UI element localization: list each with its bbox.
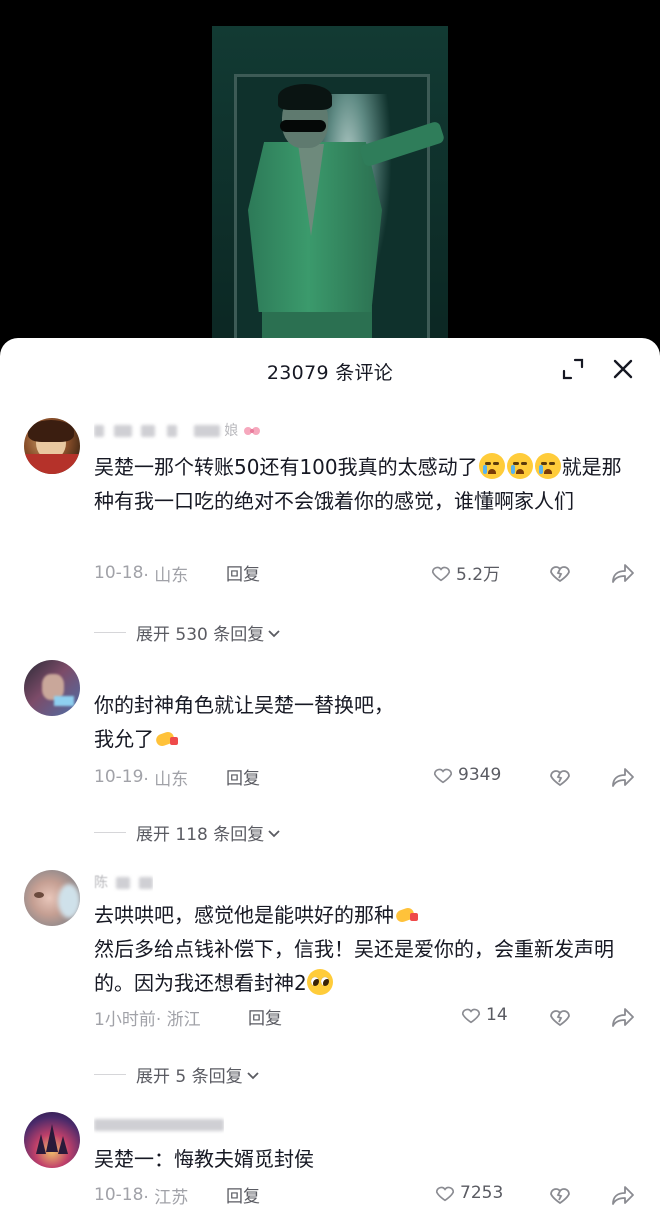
heart-icon: [433, 768, 453, 784]
expand-replies-button[interactable]: 展开 5 条回复: [94, 1062, 261, 1087]
comment-location: · 山东: [143, 565, 189, 586]
close-icon: [613, 359, 633, 379]
avatar[interactable]: [24, 1112, 80, 1168]
reply-button[interactable]: 回复: [226, 764, 260, 789]
close-button[interactable]: [608, 354, 638, 384]
chevron-down-icon: [268, 829, 280, 837]
comment-date: 10-18: [94, 1185, 144, 1205]
dislike-heart-icon[interactable]: [548, 1183, 572, 1207]
avatar[interactable]: [24, 418, 80, 474]
avatar[interactable]: [24, 660, 80, 716]
bow-icon: [243, 424, 261, 438]
like-count: 7253: [460, 1183, 504, 1203]
like-count: 9349: [458, 765, 502, 785]
share-arrow-icon[interactable]: [610, 1005, 636, 1029]
dislike-heart-icon[interactable]: [548, 1005, 572, 1029]
chevron-down-icon: [246, 1071, 259, 1079]
heart-icon: [461, 1008, 481, 1024]
heart-icon: [435, 1186, 455, 1202]
comment-text: 吴楚一那个转账50还有100我真的太感动了 就是那种有我一口吃的绝对不会饿着你的感…: [94, 453, 622, 513]
dislike-heart-icon[interactable]: [548, 561, 572, 585]
dislike-heart-icon[interactable]: [548, 765, 572, 789]
avatar[interactable]: [24, 870, 80, 926]
comment-location: · 山东: [143, 769, 189, 790]
like-button[interactable]: 9349: [432, 764, 501, 786]
expand-icon: [562, 358, 584, 380]
like-count: 5.2万: [456, 565, 501, 585]
crying-emoji-icon: [478, 453, 505, 479]
crying-emoji-icon: [534, 453, 561, 479]
expand-replies-button[interactable]: 展开 118 条回复: [94, 820, 282, 845]
comment-date: 10-19: [94, 767, 144, 787]
comment-sheet-header: 23079 条评论: [0, 338, 660, 400]
comment-username[interactable]: 娘: [94, 422, 261, 440]
pointing-hand-emoji-icon: [396, 905, 420, 925]
expand-button[interactable]: [558, 354, 588, 384]
reply-button[interactable]: 回复: [248, 1004, 282, 1029]
like-button[interactable]: 7253: [434, 1182, 503, 1204]
comment-meta: 10-18 · 江苏: [94, 1182, 188, 1208]
comment-location: · 浙江: [155, 1009, 201, 1030]
like-button[interactable]: 14: [460, 1004, 508, 1026]
chevron-down-icon: [268, 629, 280, 637]
comment-meta: 10-18 · 山东: [94, 560, 188, 586]
share-arrow-icon[interactable]: [610, 765, 636, 789]
share-arrow-icon[interactable]: [610, 1183, 636, 1207]
like-button[interactable]: 5.2万: [430, 560, 500, 585]
reply-button[interactable]: 回复: [226, 1182, 260, 1207]
comment-username[interactable]: 陈: [94, 874, 153, 892]
pointing-hand-emoji-icon: [156, 729, 180, 749]
video-frame: [212, 26, 448, 360]
heart-icon: [431, 566, 451, 581]
expand-replies-button[interactable]: 展开 530 条回复: [94, 620, 282, 645]
comment-date: 1小时前: [94, 1009, 156, 1030]
pleading-face-emoji-icon: [306, 969, 333, 995]
share-arrow-icon[interactable]: [610, 561, 636, 585]
video-player[interactable]: [0, 0, 660, 360]
comment-meta: 1小时前 · 浙江: [94, 1004, 201, 1030]
comment-text: 去哄哄吧，感觉他是能哄好的那种 然后多给点钱补偿下，信我！吴还是爱你的，会重新发…: [94, 903, 614, 995]
reply-button[interactable]: 回复: [226, 560, 260, 585]
comment-location: · 江苏: [143, 1187, 189, 1208]
comment-text: 你的封神角色就让吴楚一替换吧， 我允了: [94, 693, 394, 751]
comment-date: 10-18: [94, 563, 144, 583]
comment-sheet: 23079 条评论 娘 吴楚一那个转账50还有100我真的太感动了 就是那种有我…: [0, 338, 660, 1217]
like-count: 14: [486, 1005, 508, 1025]
comment-text: 吴楚一：悔教夫婿觅封侯: [94, 1147, 314, 1171]
comment-username[interactable]: [94, 1116, 224, 1134]
crying-emoji-icon: [506, 453, 533, 479]
comment-meta: 10-19 · 山东: [94, 764, 188, 790]
